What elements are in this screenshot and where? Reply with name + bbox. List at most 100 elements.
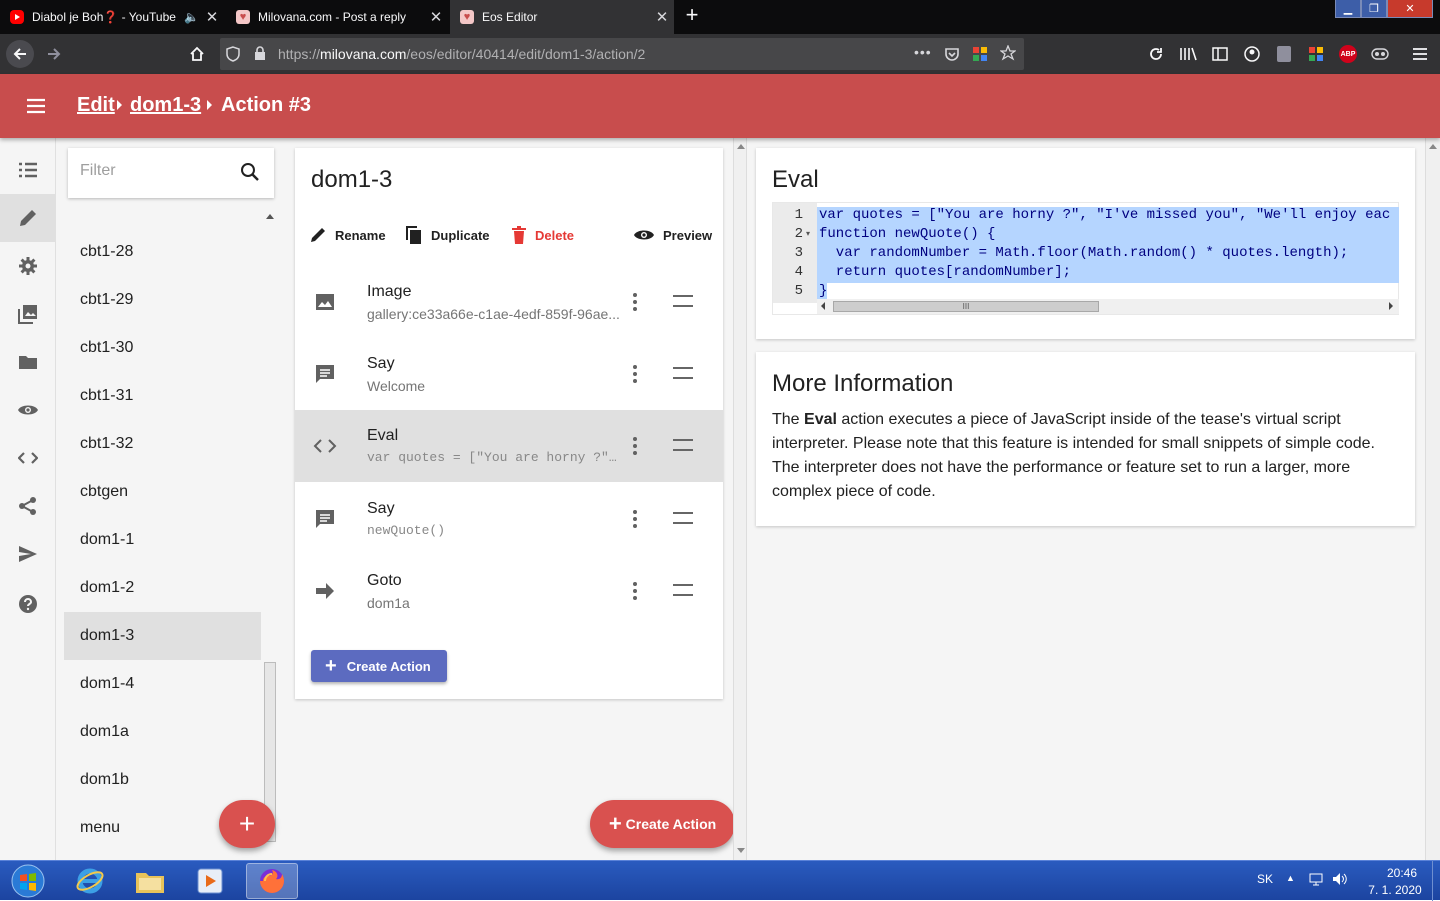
drag-handle-icon[interactable] (673, 295, 693, 307)
app-menu-icon[interactable] (24, 94, 48, 118)
page-item[interactable]: dom1b (64, 756, 261, 804)
tray-expand-icon[interactable]: ▲ (1286, 873, 1295, 883)
close-tab-icon[interactable]: ✕ (200, 8, 224, 26)
editor-horizontal-scrollbar[interactable]: III (817, 299, 1399, 314)
create-action-button[interactable]: + Create Action (311, 650, 447, 682)
page-item[interactable]: dom1a (64, 708, 261, 756)
page-item[interactable]: cbtgen (64, 468, 261, 516)
url-bar[interactable]: https://milovana.com/eos/editor/40414/ed… (220, 38, 1024, 70)
middle-scrollbar[interactable] (733, 138, 747, 860)
volume-icon[interactable] (1332, 872, 1348, 889)
action-item-goto[interactable]: Goto dom1a (295, 555, 723, 627)
forward-button[interactable] (40, 40, 68, 68)
pocket-icon[interactable] (944, 46, 960, 67)
tab-eos-editor[interactable]: ♥ Eos Editor ✕ (450, 0, 674, 34)
code-area[interactable]: var quotes = ["You are horny ?", "I've m… (817, 203, 1399, 303)
action-item-say[interactable]: Say newQuote() (295, 483, 723, 555)
close-tab-icon[interactable]: ✕ (650, 8, 674, 26)
page-item[interactable]: cbt1-29 (64, 276, 261, 324)
media-player-icon[interactable] (184, 863, 236, 899)
lock-icon[interactable] (254, 46, 266, 66)
page-item[interactable]: dom1-4 (64, 660, 261, 708)
page-item[interactable]: cbt1-32 (64, 420, 261, 468)
code-editor[interactable]: 1 2 ▾ 3 4 5 var quotes = ["You are horny… (772, 202, 1399, 315)
more-vert-icon[interactable] (625, 507, 645, 531)
scrollbar-thumb[interactable]: III (833, 301, 1099, 312)
duplicate-button[interactable]: Duplicate (405, 220, 490, 250)
show-desktop-button[interactable] (1432, 861, 1440, 901)
filter-input[interactable] (80, 162, 220, 180)
rail-edit[interactable] (0, 194, 56, 242)
clock-time[interactable]: 20:46 (1376, 866, 1428, 880)
action-item-say[interactable]: Say Welcome (295, 338, 723, 410)
rail-gallery[interactable] (0, 290, 56, 338)
tab-milovana-reply[interactable]: ♥ Milovana.com - Post a reply ✕ (226, 0, 448, 34)
language-indicator[interactable]: SK (1257, 872, 1273, 886)
add-page-fab[interactable]: + (219, 800, 275, 848)
create-action-fab[interactable]: + Create Action (590, 800, 735, 848)
page-actions-icon[interactable]: ••• (914, 44, 932, 60)
action-subtitle: Welcome (367, 378, 426, 394)
menu-hamburger-icon[interactable] (1406, 40, 1434, 68)
rail-files[interactable] (0, 338, 56, 386)
breadcrumb-edit[interactable]: Edit (77, 94, 115, 117)
speaker-icon[interactable]: 🔈 (184, 10, 200, 24)
more-vert-icon[interactable] (625, 362, 645, 386)
page-item[interactable]: cbt1-30 (64, 324, 261, 372)
page-item[interactable]: cbt1-31 (64, 372, 261, 420)
library-icon[interactable] (1174, 40, 1202, 68)
page-list-scrollbar[interactable] (262, 210, 278, 860)
page-item[interactable]: dom1-2 (64, 564, 261, 612)
extension-icon[interactable] (972, 46, 988, 67)
adblock-icon[interactable]: ABP (1334, 40, 1362, 68)
firefox-icon[interactable] (246, 863, 298, 899)
rail-help[interactable] (0, 580, 56, 628)
rail-share[interactable] (0, 482, 56, 530)
rail-code[interactable] (0, 434, 56, 482)
drag-handle-icon[interactable] (673, 584, 693, 596)
breadcrumb-page[interactable]: dom1-3 (130, 94, 201, 117)
close-tab-icon[interactable]: ✕ (424, 8, 448, 26)
minimize-window-button[interactable]: ▁ (1335, 0, 1361, 18)
home-button[interactable] (183, 40, 211, 68)
shield-icon[interactable] (226, 46, 240, 67)
delete-button[interactable]: Delete (511, 220, 574, 250)
network-icon[interactable] (1308, 873, 1324, 890)
page-item[interactable]: dom1-1 (64, 516, 261, 564)
rail-pages-list[interactable] (0, 146, 56, 194)
close-window-button[interactable]: ✕ (1387, 0, 1433, 18)
rename-button[interactable]: Rename (309, 220, 386, 250)
extension-gray-icon[interactable] (1270, 40, 1298, 68)
page-item[interactable]: cbt1-28 (64, 228, 261, 276)
tab-youtube[interactable]: Diabol je Boh❓ - YouTube 🔈 ✕ (0, 0, 224, 34)
more-vert-icon[interactable] (625, 434, 645, 458)
action-item-eval-selected[interactable]: Eval var quotes = ["You are horny ?", "I… (295, 410, 723, 482)
action-item-image[interactable]: Image gallery:ce33a66e-c1ae-4edf-859f-96… (295, 266, 723, 338)
more-vert-icon[interactable] (625, 290, 645, 314)
fold-arrow-icon[interactable]: ▾ (806, 229, 810, 238)
more-vert-icon[interactable] (625, 579, 645, 603)
drag-handle-icon[interactable] (673, 439, 693, 451)
sidebar-toggle-icon[interactable] (1206, 40, 1234, 68)
start-button[interactable] (2, 863, 54, 899)
rail-settings[interactable] (0, 242, 56, 290)
right-scrollbar[interactable] (1425, 138, 1440, 860)
reload-button[interactable] (1142, 40, 1170, 68)
clock-date[interactable]: 7. 1. 2020 (1362, 883, 1428, 897)
page-item-selected[interactable]: dom1-3 (64, 612, 261, 660)
search-icon[interactable] (240, 162, 260, 187)
drag-handle-icon[interactable] (673, 512, 693, 524)
maximize-window-button[interactable]: ❐ (1361, 0, 1387, 18)
extension-mask-icon[interactable] (1366, 40, 1394, 68)
bookmark-star-icon[interactable] (999, 44, 1017, 66)
drag-handle-icon[interactable] (673, 367, 693, 379)
file-explorer-icon[interactable] (124, 863, 176, 899)
rail-publish[interactable] (0, 530, 56, 578)
rail-preview[interactable] (0, 386, 56, 434)
preview-button[interactable]: Preview (633, 220, 712, 250)
new-tab-icon[interactable]: + (680, 4, 704, 28)
ie-icon[interactable] (64, 863, 116, 899)
extension-color-icon[interactable] (1302, 40, 1330, 68)
back-button[interactable] (6, 40, 34, 68)
account-icon[interactable] (1238, 40, 1266, 68)
